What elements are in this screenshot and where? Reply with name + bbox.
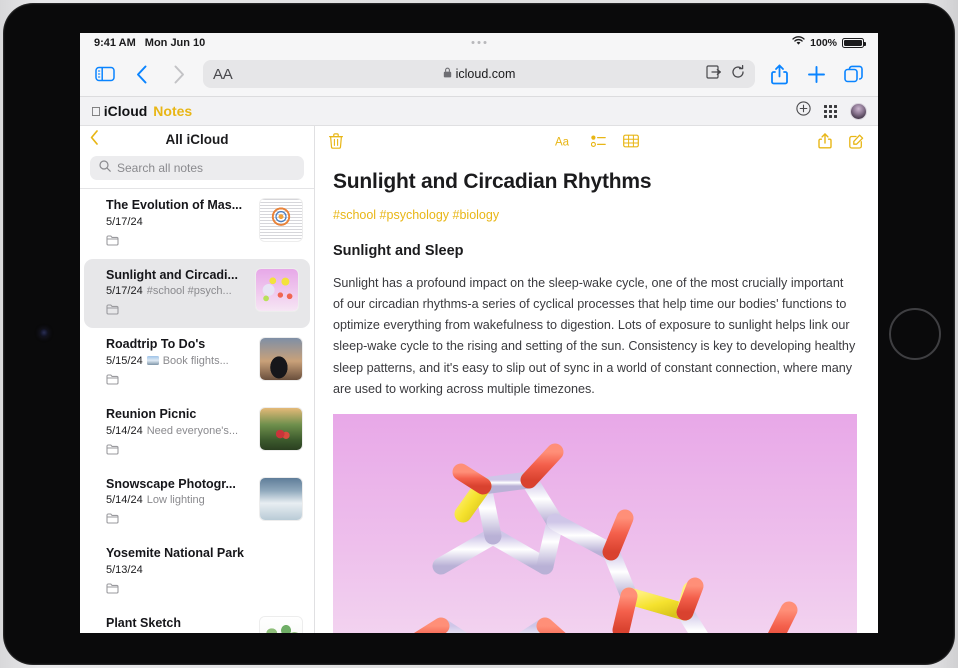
new-tab-button[interactable]: [803, 61, 829, 87]
tablet-device: 9:41 AM Mon Jun 10 100%: [0, 0, 958, 668]
note-item-title: The Evolution of Mas...: [106, 198, 251, 214]
note-item-title: Reunion Picnic: [106, 407, 251, 423]
wifi-icon: [792, 36, 805, 49]
search-icon: [99, 159, 111, 177]
note-item-title: Snowscape Photogr...: [106, 477, 251, 493]
page-settings-button[interactable]: AA: [213, 66, 232, 83]
search-field[interactable]: [90, 156, 304, 180]
front-camera-icon: [40, 329, 48, 337]
note-item-thumbnail: [259, 477, 303, 521]
battery-percent: 100%: [810, 37, 837, 49]
note-item-preview: Book flights...: [163, 355, 229, 367]
notes-app: All iCloud The Evolution of Mas...5/17: [80, 126, 878, 633]
note-item-thumbnail: [259, 198, 303, 242]
note-item-meta: 5/14/24 Low lighting: [106, 494, 251, 506]
icloud-app-name: Notes: [153, 103, 192, 119]
notes-list[interactable]: The Evolution of Mas...5/17/24Sunlight a…: [80, 188, 314, 633]
icloud-chrome-bar:  iCloud Notes: [80, 97, 878, 126]
folder-icon: [106, 442, 251, 460]
checklist-icon[interactable]: [591, 134, 606, 148]
notes-sidebar: All iCloud The Evolution of Mas...5/17: [80, 126, 315, 633]
molecule-diagram[interactable]: [333, 414, 857, 633]
note-item-meta: 5/17/24: [106, 216, 251, 228]
sidebar-back-button[interactable]: [90, 130, 99, 149]
note-list-item[interactable]: Plant Sketch5/13/24: [80, 607, 314, 633]
back-button[interactable]: [129, 61, 155, 87]
note-item-date: 5/15/24: [106, 355, 143, 367]
ios-status-bar: 9:41 AM Mon Jun 10 100%: [80, 33, 878, 52]
folder-icon: [106, 581, 303, 599]
note-item-thumbnail: [259, 407, 303, 451]
sidebar-toggle-icon[interactable]: [92, 61, 118, 87]
note-item-meta: 5/15/24 Book flights...: [106, 355, 251, 367]
multitask-handle[interactable]: [472, 41, 487, 44]
status-time: 9:41 AM: [94, 37, 136, 49]
folder-icon: [106, 511, 251, 529]
note-item-date: 5/14/24: [106, 425, 143, 437]
status-date: Mon Jun 10: [145, 37, 206, 49]
search-input[interactable]: [117, 161, 295, 175]
note-toolbar: Aa: [315, 126, 878, 156]
folder-icon: [106, 302, 247, 320]
note-item-date: 5/14/24: [106, 494, 143, 506]
note-tags[interactable]: #school #psychology #biology: [333, 208, 860, 222]
folder-icon: [106, 372, 251, 390]
reload-icon[interactable]: [731, 65, 745, 84]
note-list-item[interactable]: Sunlight and Circadi...5/17/24 #school #p…: [84, 259, 310, 329]
note-list-item[interactable]: Yosemite National Park 5/13/24: [80, 537, 314, 607]
safari-toolbar: AA icloud.com: [80, 52, 878, 97]
sidebar-header: All iCloud: [80, 126, 314, 153]
plus-circle-icon[interactable]: [796, 101, 811, 121]
extensions-icon[interactable]: [706, 65, 722, 84]
sidebar-title: All iCloud: [80, 132, 314, 147]
url-text: icloud.com: [456, 67, 516, 81]
note-list-item[interactable]: The Evolution of Mas... 5/17/24: [80, 189, 314, 259]
screen: 9:41 AM Mon Jun 10 100%: [80, 33, 878, 633]
compose-icon[interactable]: [849, 133, 864, 149]
note-subheading: Sunlight and Sleep: [333, 243, 860, 259]
note-item-date: 5/17/24: [106, 285, 143, 297]
share-button[interactable]: [766, 61, 792, 87]
icloud-brand-text: iCloud: [104, 103, 148, 119]
note-item-meta: 5/13/24: [106, 564, 303, 576]
app-grid-icon[interactable]: [824, 105, 837, 118]
note-list-item[interactable]: Reunion Picnic 5/14/24 Need everyone's...: [80, 398, 314, 468]
battery-full-icon: [842, 38, 864, 48]
tabs-button[interactable]: [840, 61, 866, 87]
address-bar[interactable]: AA icloud.com: [203, 60, 755, 88]
svg-text:Aa: Aa: [555, 137, 570, 149]
note-list-item[interactable]: Snowscape Photogr...5/14/24 Low lighting: [80, 468, 314, 538]
note-paragraph: Sunlight has a profound impact on the sl…: [333, 273, 857, 400]
icloud-brand[interactable]:  iCloud Notes: [91, 103, 192, 119]
inline-attachment-icon: [147, 356, 159, 365]
note-list-item[interactable]: Roadtrip To Do's 5/15/24 Book flights...: [80, 328, 314, 398]
table-icon[interactable]: [623, 134, 639, 148]
apple-logo-icon: : [91, 104, 101, 119]
note-item-date: 5/17/24: [106, 216, 143, 228]
folder-icon: [106, 233, 251, 251]
note-item-thumbnail: [259, 337, 303, 381]
note-item-date: 5/13/24: [106, 564, 143, 576]
note-item-title: Yosemite National Park: [106, 546, 303, 562]
note-item-meta: 5/17/24 #school #psych...: [106, 285, 247, 297]
note-detail: Aa: [315, 126, 878, 633]
home-button[interactable]: [889, 308, 941, 360]
lock-icon: [443, 67, 452, 81]
user-avatar[interactable]: [850, 103, 867, 120]
format-text-icon[interactable]: Aa: [555, 134, 574, 148]
note-item-title: Roadtrip To Do's: [106, 337, 251, 353]
note-item-title: Sunlight and Circadi...: [106, 268, 247, 284]
share-icon[interactable]: [818, 133, 832, 149]
note-item-meta: 5/14/24 Need everyone's...: [106, 425, 251, 437]
forward-button[interactable]: [166, 61, 192, 87]
note-item-preview: Low lighting: [147, 494, 205, 506]
note-content[interactable]: Sunlight and Circadian Rhythms #school #…: [315, 156, 878, 633]
note-title: Sunlight and Circadian Rhythms: [333, 170, 860, 194]
note-item-preview: #school #psych...: [147, 285, 232, 297]
note-item-thumbnail: [255, 268, 299, 312]
note-item-preview: Need everyone's...: [147, 425, 238, 437]
note-item-thumbnail: [259, 616, 303, 633]
note-item-title: Plant Sketch: [106, 616, 251, 632]
